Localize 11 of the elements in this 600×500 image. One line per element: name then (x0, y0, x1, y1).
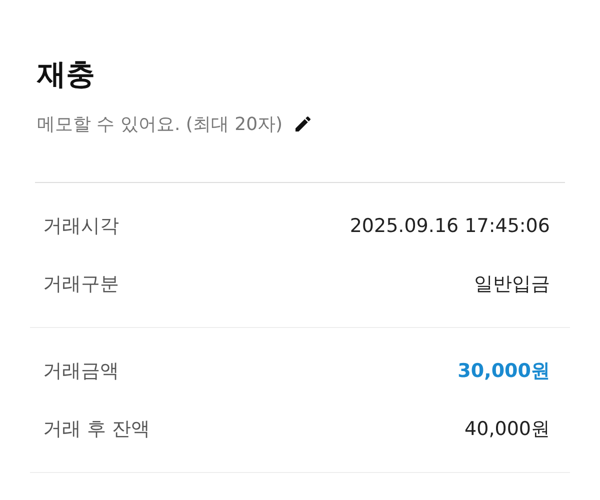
pencil-icon[interactable] (292, 114, 313, 134)
row-value: 일반입금 (474, 272, 550, 297)
row-label: 거래구분 (43, 272, 119, 297)
row-label: 거래 후 잔액 (43, 417, 150, 442)
row-value: 40,000원 (464, 417, 550, 442)
row-label: 거래시각 (43, 214, 119, 239)
memo-placeholder[interactable]: 메모할 수 있어요. (최대 20자) (37, 112, 283, 136)
row-value: 2025.09.16 17:45:06 (350, 215, 550, 237)
row-label: 거래금액 (43, 359, 119, 384)
title: 재충 (37, 56, 96, 93)
row-value: 30,000원 (458, 359, 550, 384)
